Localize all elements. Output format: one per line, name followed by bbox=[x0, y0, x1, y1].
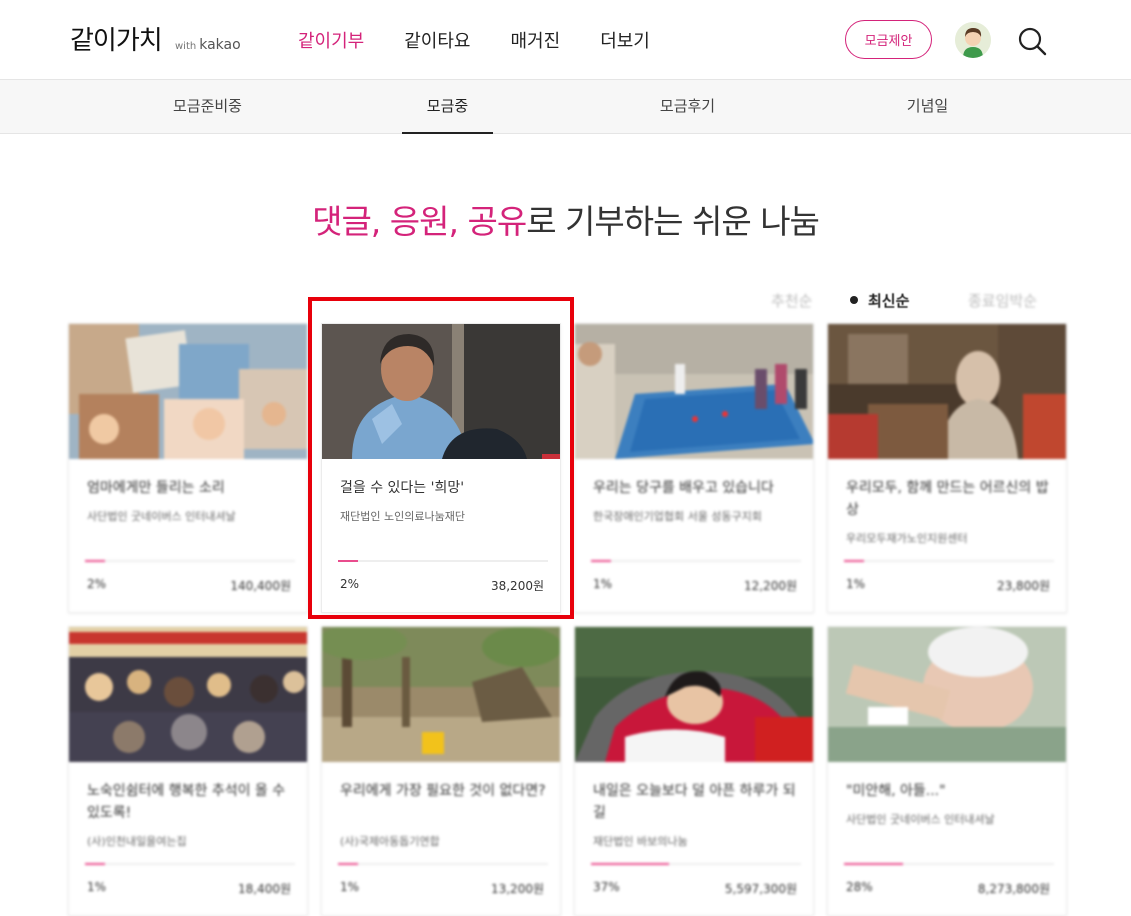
fundraising-card[interactable]: 엄마에게만 들리는 소리 사단법인 굿네이버스 인터내셔날 2% 140,400… bbox=[68, 323, 308, 613]
sort-latest[interactable]: 최신순 bbox=[868, 290, 909, 311]
card-title: 걸을 수 있다는 '희망' bbox=[340, 480, 465, 496]
sort-ending-soon[interactable]: 종료임박순 bbox=[968, 290, 1037, 311]
card-image bbox=[322, 627, 560, 762]
progress-bar bbox=[85, 560, 295, 562]
logo[interactable]: 같이가치 bbox=[70, 20, 163, 57]
card-title: "미안해, 아들..." bbox=[846, 783, 946, 799]
progress-percent: 2% bbox=[340, 577, 360, 591]
card-organization: 재단법인 노인의료나눔재단 bbox=[340, 510, 465, 523]
user-avatar[interactable] bbox=[955, 22, 991, 58]
card-title: 엄마에게만 들리는 소리 bbox=[87, 480, 225, 496]
card-image bbox=[828, 324, 1066, 459]
card-organization: 사단법인 굿네이버스 인터내셔날 bbox=[846, 813, 995, 826]
fundraising-card[interactable]: 노숙인쉼터에 행복한 추석이 올 수 있도록! (사)인천내일을여는집 1% 1… bbox=[68, 626, 308, 916]
nav-ride[interactable]: 같이타요 bbox=[404, 27, 470, 53]
card-title: 우리는 당구를 배우고 있습니다 bbox=[593, 480, 774, 496]
progress-bar bbox=[338, 863, 548, 865]
sub-nav: 모금준비중 모금중 모금후기 기념일 bbox=[0, 80, 1131, 134]
progress-percent: 1% bbox=[846, 577, 866, 591]
card-organization: (사)인천내일을여는집 bbox=[87, 835, 187, 848]
sort-selected-dot bbox=[850, 296, 858, 304]
progress-bar bbox=[844, 863, 1054, 865]
search-icon[interactable] bbox=[1017, 26, 1047, 56]
card-title: 노숙인쉼터에 행복한 추석이 올 수 있도록! bbox=[87, 783, 286, 821]
card-image bbox=[575, 324, 813, 459]
card-image bbox=[828, 627, 1066, 762]
card-title: 우리모두, 함께 만드는 어르신의 밥상 bbox=[846, 480, 1049, 518]
fundraising-card-highlighted[interactable]: 걸을 수 있다는 '희망' 재단법인 노인의료나눔재단 2% 38,200원 bbox=[321, 323, 561, 613]
progress-bar bbox=[844, 560, 1054, 562]
raised-amount: 23,800원 bbox=[996, 579, 1050, 593]
progress-bar bbox=[591, 560, 801, 562]
card-image bbox=[322, 324, 560, 459]
progress-bar bbox=[85, 863, 295, 865]
card-organization: 재단법인 바보의나눔 bbox=[593, 835, 688, 848]
progress-percent: 37% bbox=[593, 880, 620, 894]
site-header: 같이가치 with kakao 같이기부 같이타요 매거진 더보기 모금제안 bbox=[0, 0, 1131, 80]
tab-reviews[interactable]: 모금후기 bbox=[645, 80, 730, 134]
progress-bar bbox=[591, 863, 801, 865]
tab-anniversary[interactable]: 기념일 bbox=[890, 80, 965, 134]
tab-fundraising[interactable]: 모금중 bbox=[402, 80, 493, 134]
fundraising-card[interactable]: "미안해, 아들..." 사단법인 굿네이버스 인터내셔날 28% 8,273,… bbox=[827, 626, 1067, 916]
main-nav: 같이기부 같이타요 매거진 더보기 bbox=[298, 27, 690, 53]
progress-percent: 2% bbox=[87, 577, 107, 591]
propose-fundraising-button[interactable]: 모금제안 bbox=[845, 20, 932, 59]
raised-amount: 38,200원 bbox=[490, 579, 544, 593]
fundraising-card[interactable]: 우리에게 가장 필요한 것이 없다면? (사)국제아동돕기연합 1% 13,20… bbox=[321, 626, 561, 916]
raised-amount: 140,400원 bbox=[230, 579, 291, 593]
card-organization: 사단법인 굿네이버스 인터내셔날 bbox=[87, 510, 236, 523]
nav-magazine[interactable]: 매거진 bbox=[511, 27, 561, 53]
progress-percent: 1% bbox=[593, 577, 613, 591]
card-title: 내일은 오늘보다 덜 아픈 하루가 되길 bbox=[593, 783, 796, 821]
raised-amount: 12,200원 bbox=[743, 579, 797, 593]
raised-amount: 5,597,300원 bbox=[724, 882, 797, 896]
fundraising-card[interactable]: 내일은 오늘보다 덜 아픈 하루가 되길 재단법인 바보의나눔 37% 5,59… bbox=[574, 626, 814, 916]
progress-percent: 1% bbox=[340, 880, 360, 894]
progress-percent: 28% bbox=[846, 880, 873, 894]
raised-amount: 8,273,800원 bbox=[977, 882, 1050, 896]
nav-more[interactable]: 더보기 bbox=[600, 27, 650, 53]
progress-percent: 1% bbox=[87, 880, 107, 894]
card-image bbox=[69, 324, 307, 459]
page-headline: 댓글, 응원, 공유로 기부하는 쉬운 나눔 bbox=[312, 202, 820, 241]
raised-amount: 13,200원 bbox=[490, 882, 544, 896]
sort-recommended[interactable]: 추천순 bbox=[771, 290, 812, 311]
fundraising-card[interactable]: 우리는 당구를 배우고 있습니다 한국장애인기업협회 서울 성동구지회 1% 1… bbox=[574, 323, 814, 613]
card-organization: 한국장애인기업협회 서울 성동구지회 bbox=[593, 510, 762, 523]
card-image bbox=[69, 627, 307, 762]
fundraising-card[interactable]: 우리모두, 함께 만드는 어르신의 밥상 우리모두재가노인지원센터 1% 23,… bbox=[827, 323, 1067, 613]
progress-bar bbox=[338, 560, 548, 562]
tab-preparing[interactable]: 모금준비중 bbox=[160, 80, 255, 134]
card-organization: (사)국제아동돕기연합 bbox=[340, 835, 440, 848]
card-image bbox=[575, 627, 813, 762]
card-title: 우리에게 가장 필요한 것이 없다면? bbox=[340, 783, 546, 799]
logo-with-kakao: with kakao bbox=[175, 37, 241, 53]
card-organization: 우리모두재가노인지원센터 bbox=[846, 532, 968, 545]
nav-donate[interactable]: 같이기부 bbox=[298, 27, 364, 53]
raised-amount: 18,400원 bbox=[237, 882, 291, 896]
